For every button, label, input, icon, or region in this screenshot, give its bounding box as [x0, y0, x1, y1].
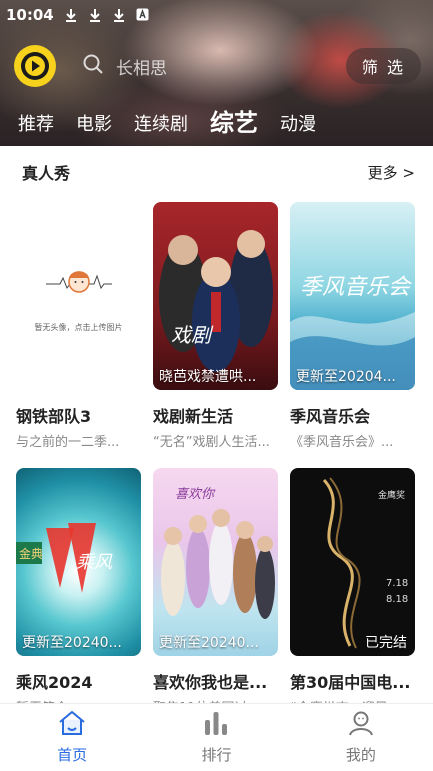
- search-input[interactable]: 长相思: [66, 46, 346, 86]
- profile-icon: [346, 710, 376, 740]
- content-grid: 暂无头像，点击上传图片 钢铁部队3 与之前的一二季... 戏剧 晓芭戏禁遭哄..…: [16, 202, 416, 716]
- content-card[interactable]: 暂无头像，点击上传图片 钢铁部队3 与之前的一二季...: [16, 202, 141, 450]
- card-title: 喜欢你我也是...: [153, 673, 268, 692]
- search-row: 长相思 筛 选: [14, 44, 421, 88]
- svg-text:季风音乐会: 季风音乐会: [300, 275, 412, 300]
- filter-button[interactable]: 筛 选: [345, 48, 421, 84]
- ranking-icon: [201, 710, 231, 740]
- section-title: 真人秀: [22, 164, 71, 183]
- poster-badge: 晓芭戏禁遭哄...: [159, 369, 257, 385]
- card-title: 第30届中国电...: [290, 673, 411, 692]
- svg-text:戏剧: 戏剧: [171, 323, 214, 347]
- status-bar: 10:04: [0, 0, 433, 30]
- header: 10:04 长相思 筛 选 推荐 电影 连续剧 综艺 动漫: [0, 0, 433, 146]
- tab-recommend[interactable]: 推荐: [18, 112, 54, 138]
- bottom-nav-profile[interactable]: 我的: [289, 704, 433, 771]
- svg-text:喜欢你: 喜欢你: [175, 487, 216, 502]
- content-card[interactable]: 戏剧 晓芭戏禁遭哄... 戏剧新生活 “无名”戏剧人生活...: [153, 202, 278, 450]
- bottom-nav-home[interactable]: 首页: [0, 704, 144, 771]
- download-icon: [64, 8, 78, 22]
- poster-badge: 已完结: [365, 635, 407, 651]
- svg-text:金鹰奖: 金鹰奖: [378, 489, 405, 501]
- poster-image: 暂无头像，点击上传图片: [16, 202, 141, 390]
- poster-badge: 更新至20240...: [159, 635, 259, 651]
- svg-text:乘风: 乘风: [76, 552, 113, 573]
- poster-image: 喜欢你 更新至20240...: [153, 468, 278, 656]
- status-time: 10:04: [6, 6, 54, 24]
- card-title: 钢铁部队3: [16, 407, 92, 426]
- download-icon: [88, 8, 102, 22]
- card-description: “无名”戏剧人生活...: [153, 435, 270, 450]
- poster-image: 金典 乘风 更新至20240...: [16, 468, 141, 656]
- content-card[interactable]: 金鹰奖 7.18 8.18 已完结 第30届中国电... “金鹰卅爽，迎风...: [290, 468, 415, 716]
- svg-text:8.18: 8.18: [386, 594, 408, 605]
- svg-text:7.18: 7.18: [386, 578, 408, 589]
- search-icon: [82, 53, 104, 79]
- tab-variety[interactable]: 综艺: [210, 108, 258, 138]
- bottom-nav-ranking[interactable]: 排行: [144, 704, 288, 771]
- poster-image: 戏剧 晓芭戏禁遭哄...: [153, 202, 278, 390]
- bottom-nav-label: 我的: [345, 746, 376, 764]
- tab-anime[interactable]: 动漫: [280, 112, 316, 138]
- poster-caption: 暂无头像，点击上传图片: [34, 322, 123, 332]
- placeholder-avatar-icon: [44, 260, 114, 304]
- card-title: 戏剧新生活: [153, 407, 234, 426]
- search-placeholder: 长相思: [116, 58, 167, 79]
- bottom-nav-label: 首页: [57, 746, 88, 764]
- poster-image: 金鹰奖 7.18 8.18 已完结: [290, 468, 415, 656]
- card-description: 《季风音乐会》...: [290, 435, 394, 450]
- category-tabs: 推荐 电影 连续剧 综艺 动漫: [18, 100, 316, 138]
- poster-badge: 更新至20204...: [296, 369, 396, 385]
- poster-image: 季风音乐会 更新至20204...: [290, 202, 415, 390]
- content-card[interactable]: 季风音乐会 更新至20204... 季风音乐会 《季风音乐会》...: [290, 202, 415, 450]
- svg-text:金典: 金典: [19, 546, 43, 561]
- card-title: 乘风2024: [16, 673, 93, 692]
- card-title: 季风音乐会: [290, 407, 371, 426]
- app-logo-icon[interactable]: [14, 45, 56, 87]
- section-header: 真人秀 更多 >: [22, 158, 415, 186]
- poster-badge: 更新至20240...: [22, 635, 122, 651]
- home-icon: [57, 710, 87, 740]
- app-notification-icon: [136, 8, 150, 22]
- tab-series[interactable]: 连续剧: [134, 112, 188, 138]
- card-description: 与之前的一二季...: [16, 435, 120, 450]
- tab-movie[interactable]: 电影: [76, 112, 112, 138]
- bottom-nav-label: 排行: [201, 746, 232, 764]
- download-icon: [112, 8, 126, 22]
- bottom-nav: 首页 排行 我的: [0, 703, 433, 771]
- content-card[interactable]: 金典 乘风 更新至20240... 乘风2024 暂无简介: [16, 468, 141, 716]
- content-card[interactable]: 喜欢你 更新至20240... 喜欢你我也是... 聚焦11位曾因过...: [153, 468, 278, 716]
- more-link[interactable]: 更多 >: [368, 162, 415, 183]
